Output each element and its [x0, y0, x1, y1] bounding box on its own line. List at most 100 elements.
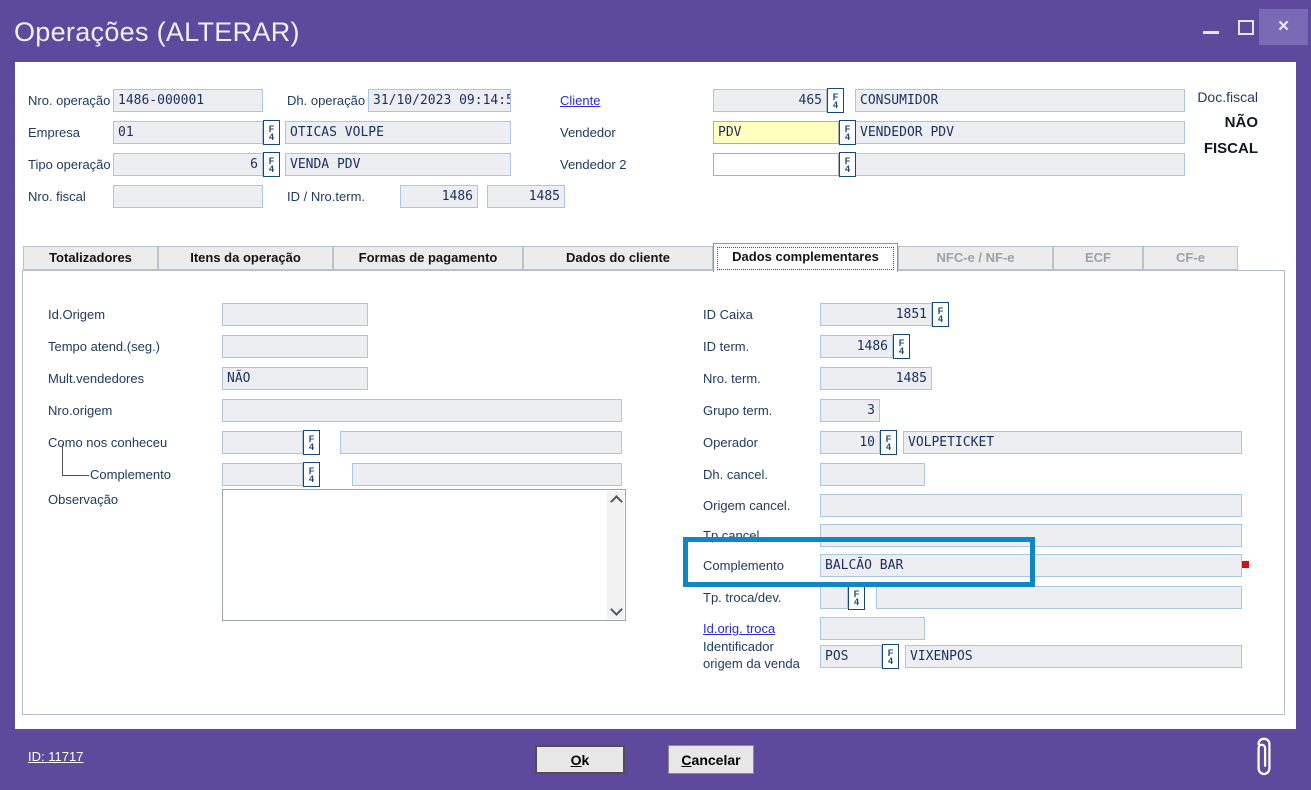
annotation-red-dot: [1242, 561, 1249, 568]
tempo-atend-field[interactable]: [222, 335, 368, 358]
doc-fiscal-label: Doc.fiscal: [1197, 89, 1258, 105]
id-orig-troca-field[interactable]: [820, 617, 925, 640]
doc-fiscal-value-line2: FISCAL: [1204, 140, 1258, 157]
operador-name-field[interactable]: VOLPETICKET: [903, 431, 1242, 454]
operador-f4-lookup-icon[interactable]: F4: [880, 430, 897, 455]
id-caixa-label: ID Caixa: [703, 303, 753, 326]
tab-totalizadores[interactable]: Totalizadores: [23, 246, 158, 270]
tp-troca-dev-f4-lookup-icon[interactable]: F4: [848, 585, 865, 610]
scroll-down-icon[interactable]: [607, 602, 624, 619]
cliente-code-field[interactable]: 465: [713, 89, 827, 112]
vendedor-f4-lookup-icon[interactable]: F4: [839, 120, 856, 145]
tab-ecf: ECF: [1053, 246, 1143, 270]
cancel-button[interactable]: Cancelar: [668, 745, 754, 774]
complemento-conheceu-desc-field[interactable]: [352, 463, 622, 486]
complemento-field[interactable]: BALCÃO BAR: [820, 554, 1242, 577]
id-term-header-field[interactable]: 1486: [400, 185, 478, 208]
vendedor-name-field[interactable]: VENDEDOR PDV: [855, 121, 1185, 144]
cliente-link[interactable]: Cliente: [560, 89, 600, 112]
close-icon[interactable]: ×: [1259, 9, 1308, 45]
nro-origem-label: Nro.origem: [48, 399, 112, 422]
nro-operacao-field[interactable]: 1486-000001: [113, 89, 263, 112]
tab-cfe: CF-e: [1143, 246, 1238, 270]
maximize-icon[interactable]: [1238, 20, 1254, 35]
tab-itens-da-operacao[interactable]: Itens da operação: [158, 246, 333, 270]
mult-vendedores-field[interactable]: NÃO: [222, 367, 368, 390]
minimize-icon[interactable]: [1203, 31, 1219, 34]
record-id-link[interactable]: ID: 11717: [28, 749, 83, 764]
paperclip-icon[interactable]: [1251, 732, 1277, 785]
id-origem-field[interactable]: [222, 303, 368, 326]
nro-fiscal-field[interactable]: [113, 185, 263, 208]
dh-operacao-label: Dh. operação: [287, 89, 365, 112]
tipo-operacao-label: Tipo operação: [28, 153, 111, 176]
operador-label: Operador: [703, 431, 758, 454]
tp-cancel-field[interactable]: [820, 524, 1242, 547]
tp-troca-dev-desc-field[interactable]: [876, 586, 1242, 609]
tipo-operacao-f4-lookup-icon[interactable]: F4: [263, 152, 280, 177]
dh-cancel-field[interactable]: [820, 463, 925, 486]
empresa-f4-lookup-icon[interactable]: F4: [263, 120, 280, 145]
ok-button[interactable]: Ok: [535, 745, 625, 774]
identificador-origem-code-field[interactable]: POS: [820, 645, 882, 668]
tipo-operacao-code-field[interactable]: 6: [113, 153, 263, 176]
scroll-up-icon[interactable]: [607, 491, 624, 508]
complemento-label: Complemento: [703, 554, 784, 577]
complemento-conheceu-code-field[interactable]: [222, 463, 303, 486]
tab-nfce-nfe: NFC-e / NF-e: [898, 246, 1053, 270]
cliente-f4-lookup-icon[interactable]: F4: [827, 88, 844, 113]
como-nos-conheceu-desc-field[interactable]: [340, 431, 622, 454]
empresa-label: Empresa: [28, 121, 80, 144]
vendedor2-label: Vendedor 2: [560, 153, 627, 176]
grupo-term-field[interactable]: 3: [820, 399, 880, 422]
tp-troca-dev-label: Tp. troca/dev.: [703, 586, 782, 609]
tipo-operacao-name-field[interactable]: VENDA PDV: [285, 153, 511, 176]
nro-term-header-field[interactable]: 1485: [487, 185, 565, 208]
identificador-origem-label-line1: Identificador: [703, 638, 774, 655]
observacao-textarea[interactable]: [222, 489, 626, 621]
identificador-origem-f4-lookup-icon[interactable]: F4: [882, 644, 899, 669]
tp-troca-dev-code-field[interactable]: [820, 586, 848, 609]
como-nos-conheceu-f4-lookup-icon[interactable]: F4: [303, 430, 320, 455]
tp-cancel-label: Tp.cancel.: [703, 524, 763, 547]
origem-cancel-field[interactable]: [820, 494, 1242, 517]
empresa-code-field[interactable]: 01: [113, 121, 263, 144]
id-term-f4-lookup-icon[interactable]: F4: [893, 334, 910, 359]
como-nos-conheceu-code-field[interactable]: [222, 431, 303, 454]
identificador-origem-name-field[interactable]: VIXENPOS: [905, 645, 1242, 668]
empresa-name-field[interactable]: OTICAS VOLPE: [285, 121, 511, 144]
complemento-conheceu-label: Complemento: [90, 463, 171, 486]
vendedor2-name-field[interactable]: [855, 153, 1185, 176]
tab-dados-do-cliente[interactable]: Dados do cliente: [523, 246, 713, 270]
id-origem-label: Id.Origem: [48, 303, 105, 326]
observacao-label: Observação: [48, 488, 118, 511]
footer-bar: [0, 729, 1311, 790]
cliente-name-field[interactable]: CONSUMIDOR: [855, 89, 1185, 112]
id-orig-troca-link[interactable]: Id.orig. troca: [703, 617, 775, 640]
vendedor2-code-field[interactable]: [713, 153, 839, 176]
id-term-field[interactable]: 1486: [820, 335, 893, 358]
tree-connector-line: [62, 444, 89, 476]
tab-dados-complementares[interactable]: Dados complementares: [713, 243, 898, 272]
observacao-scrollbar[interactable]: [607, 491, 624, 619]
nro-fiscal-label: Nro. fiscal: [28, 185, 86, 208]
id-nro-term-label: ID / Nro.term.: [287, 185, 365, 208]
id-term-label: ID term.: [703, 335, 749, 358]
nro-term-field[interactable]: 1485: [820, 367, 932, 390]
dh-operacao-field[interactable]: 31/10/2023 09:14:58: [368, 89, 511, 112]
tab-formas-de-pagamento[interactable]: Formas de pagamento: [333, 246, 523, 270]
vendedor-code-field[interactable]: PDV: [713, 121, 839, 144]
vendedor-label: Vendedor: [560, 121, 616, 144]
nro-origem-field[interactable]: [222, 399, 622, 422]
id-caixa-f4-lookup-icon[interactable]: F4: [932, 302, 949, 327]
complemento-conheceu-f4-lookup-icon[interactable]: F4: [303, 462, 320, 487]
id-caixa-field[interactable]: 1851: [820, 303, 932, 326]
doc-fiscal-value-line1: NÃO: [1225, 114, 1258, 131]
vendedor2-f4-lookup-icon[interactable]: F4: [839, 152, 856, 177]
operador-code-field[interactable]: 10: [820, 431, 880, 454]
identificador-origem-label-line2: origem da venda: [703, 655, 800, 672]
nro-operacao-label: Nro. operação: [28, 89, 110, 112]
window-title: Operações (ALTERAR): [14, 17, 300, 48]
grupo-term-label: Grupo term.: [703, 399, 772, 422]
mult-vendedores-label: Mult.vendedores: [48, 367, 144, 390]
